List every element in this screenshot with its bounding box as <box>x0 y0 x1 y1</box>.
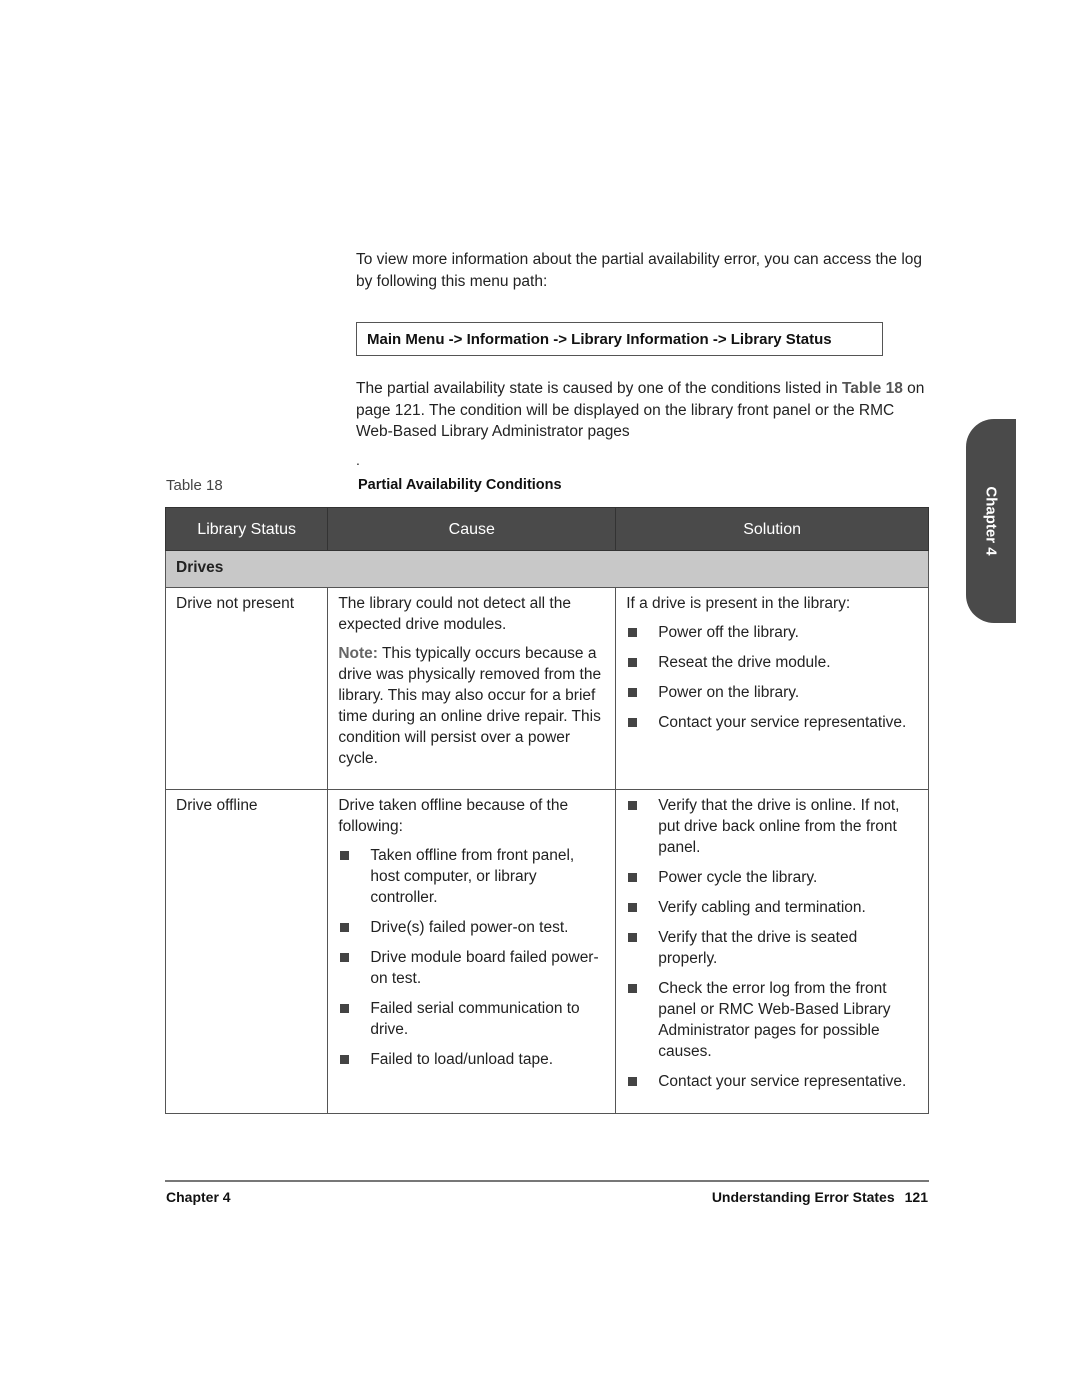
solution-list: Power off the library. Reseat the drive … <box>626 622 918 733</box>
list-item-text: Power cycle the library. <box>658 869 818 886</box>
list-item-text: Verify that the drive is seated properly… <box>658 929 858 967</box>
table-xref-link[interactable]: Table 18 <box>842 380 903 397</box>
cause-list: Taken offline from front panel, host com… <box>338 845 605 1070</box>
list-item: Failed serial communication to drive. <box>338 998 605 1040</box>
square-bullet-icon <box>628 658 638 667</box>
list-item-text: Reseat the drive module. <box>658 654 831 671</box>
square-bullet-icon <box>340 953 350 962</box>
table-header-row: Library Status Cause Solution <box>164 507 929 551</box>
list-item: Drive module board failed power-on test. <box>338 947 605 989</box>
paragraph-text: The partial availability state is caused… <box>356 380 842 397</box>
table-row: Drive not present The library could not … <box>164 587 929 790</box>
status-cell: Drive not present <box>164 587 329 790</box>
square-bullet-icon <box>628 718 638 727</box>
cause-text: The library could not detect all the exp… <box>338 595 571 633</box>
header-cause: Cause <box>327 507 617 551</box>
table-row: Drive offline Drive taken offline becaus… <box>164 789 929 1114</box>
square-bullet-icon <box>628 933 638 942</box>
header-library-status: Library Status <box>164 507 329 551</box>
solution-list: Verify that the drive is online. If not,… <box>626 795 918 1092</box>
list-item-text: Power off the library. <box>658 624 799 641</box>
menu-path-box: Main Menu -> Information -> Library Info… <box>356 322 883 356</box>
chapter-tab-label: Chapter 4 <box>982 486 1000 556</box>
stray-period: . <box>356 452 360 468</box>
cause-note: Note: This typically occurs because a dr… <box>338 643 605 769</box>
square-bullet-icon <box>628 801 638 810</box>
square-bullet-icon <box>340 1055 350 1064</box>
square-bullet-icon <box>340 923 350 932</box>
footer-section-title: Understanding Error States <box>711 1189 895 1205</box>
list-item-text: Contact your service representative. <box>658 714 907 731</box>
cause-cell: The library could not detect all the exp… <box>327 587 617 790</box>
chapter-side-tab[interactable]: Chapter 4 <box>966 419 1016 623</box>
list-item-text: Contact your service representative. <box>658 1073 907 1090</box>
footer-section: Understanding Error States 121 <box>712 1189 928 1205</box>
list-item: Power off the library. <box>626 622 918 643</box>
menu-path-text: Main Menu -> Information -> Library Info… <box>367 330 832 348</box>
list-item: Power on the library. <box>626 682 918 703</box>
square-bullet-icon <box>628 873 638 882</box>
cause-text: Drive taken offline because of the follo… <box>338 797 569 835</box>
list-item-text: Taken offline from front panel, host com… <box>370 847 575 906</box>
footer-divider <box>165 1180 929 1182</box>
condition-paragraph: The partial availability state is caused… <box>356 378 931 443</box>
list-item: Check the error log from the front panel… <box>626 978 918 1062</box>
partial-availability-table: Library Status Cause Solution Drives Dri… <box>164 507 929 1114</box>
list-item-text: Check the error log from the front panel… <box>658 980 891 1060</box>
square-bullet-icon <box>628 628 638 637</box>
list-item: Failed to load/unload tape. <box>338 1049 605 1070</box>
note-text: This typically occurs because a drive wa… <box>338 645 602 767</box>
square-bullet-icon <box>340 851 350 860</box>
status-cell: Drive offline <box>164 789 329 1114</box>
list-item: Verify that the drive is online. If not,… <box>626 795 918 858</box>
list-item-text: Power on the library. <box>658 684 800 701</box>
list-item: Power cycle the library. <box>626 867 918 888</box>
square-bullet-icon <box>628 1077 638 1086</box>
solution-cell: Verify that the drive is online. If not,… <box>615 789 929 1114</box>
list-item-text: Verify cabling and termination. <box>658 899 866 916</box>
solution-cell: If a drive is present in the library: Po… <box>615 587 929 790</box>
list-item: Contact your service representative. <box>626 1071 918 1092</box>
square-bullet-icon <box>628 903 638 912</box>
list-item: Verify cabling and termination. <box>626 897 918 918</box>
group-row-drives: Drives <box>165 550 929 588</box>
list-item-text: Failed to load/unload tape. <box>370 1051 554 1068</box>
square-bullet-icon <box>628 688 638 697</box>
cause-cell: Drive taken offline because of the follo… <box>327 789 617 1114</box>
footer-chapter: Chapter 4 <box>166 1189 231 1205</box>
list-item: Drive(s) failed power-on test. <box>338 917 605 938</box>
note-label: Note: <box>338 645 378 662</box>
list-item-text: Drive(s) failed power-on test. <box>370 919 569 936</box>
list-item: Taken offline from front panel, host com… <box>338 845 605 908</box>
group-label: Drives <box>165 550 929 588</box>
list-item-text: Verify that the drive is online. If not,… <box>658 797 900 856</box>
square-bullet-icon <box>628 984 638 993</box>
list-item: Reseat the drive module. <box>626 652 918 673</box>
list-item: Verify that the drive is seated properly… <box>626 927 918 969</box>
list-item-text: Failed serial communication to drive. <box>370 1000 580 1038</box>
intro-paragraph: To view more information about the parti… <box>356 251 923 290</box>
solution-intro: If a drive is present in the library: <box>626 595 851 612</box>
list-item-text: Drive module board failed power-on test. <box>370 949 599 987</box>
list-item: Contact your service representative. <box>626 712 918 733</box>
page-number: 121 <box>904 1189 928 1205</box>
square-bullet-icon <box>340 1004 350 1013</box>
table-title: Partial Availability Conditions <box>358 477 562 493</box>
header-solution: Solution <box>615 507 929 551</box>
table-number: Table 18 <box>166 477 223 494</box>
